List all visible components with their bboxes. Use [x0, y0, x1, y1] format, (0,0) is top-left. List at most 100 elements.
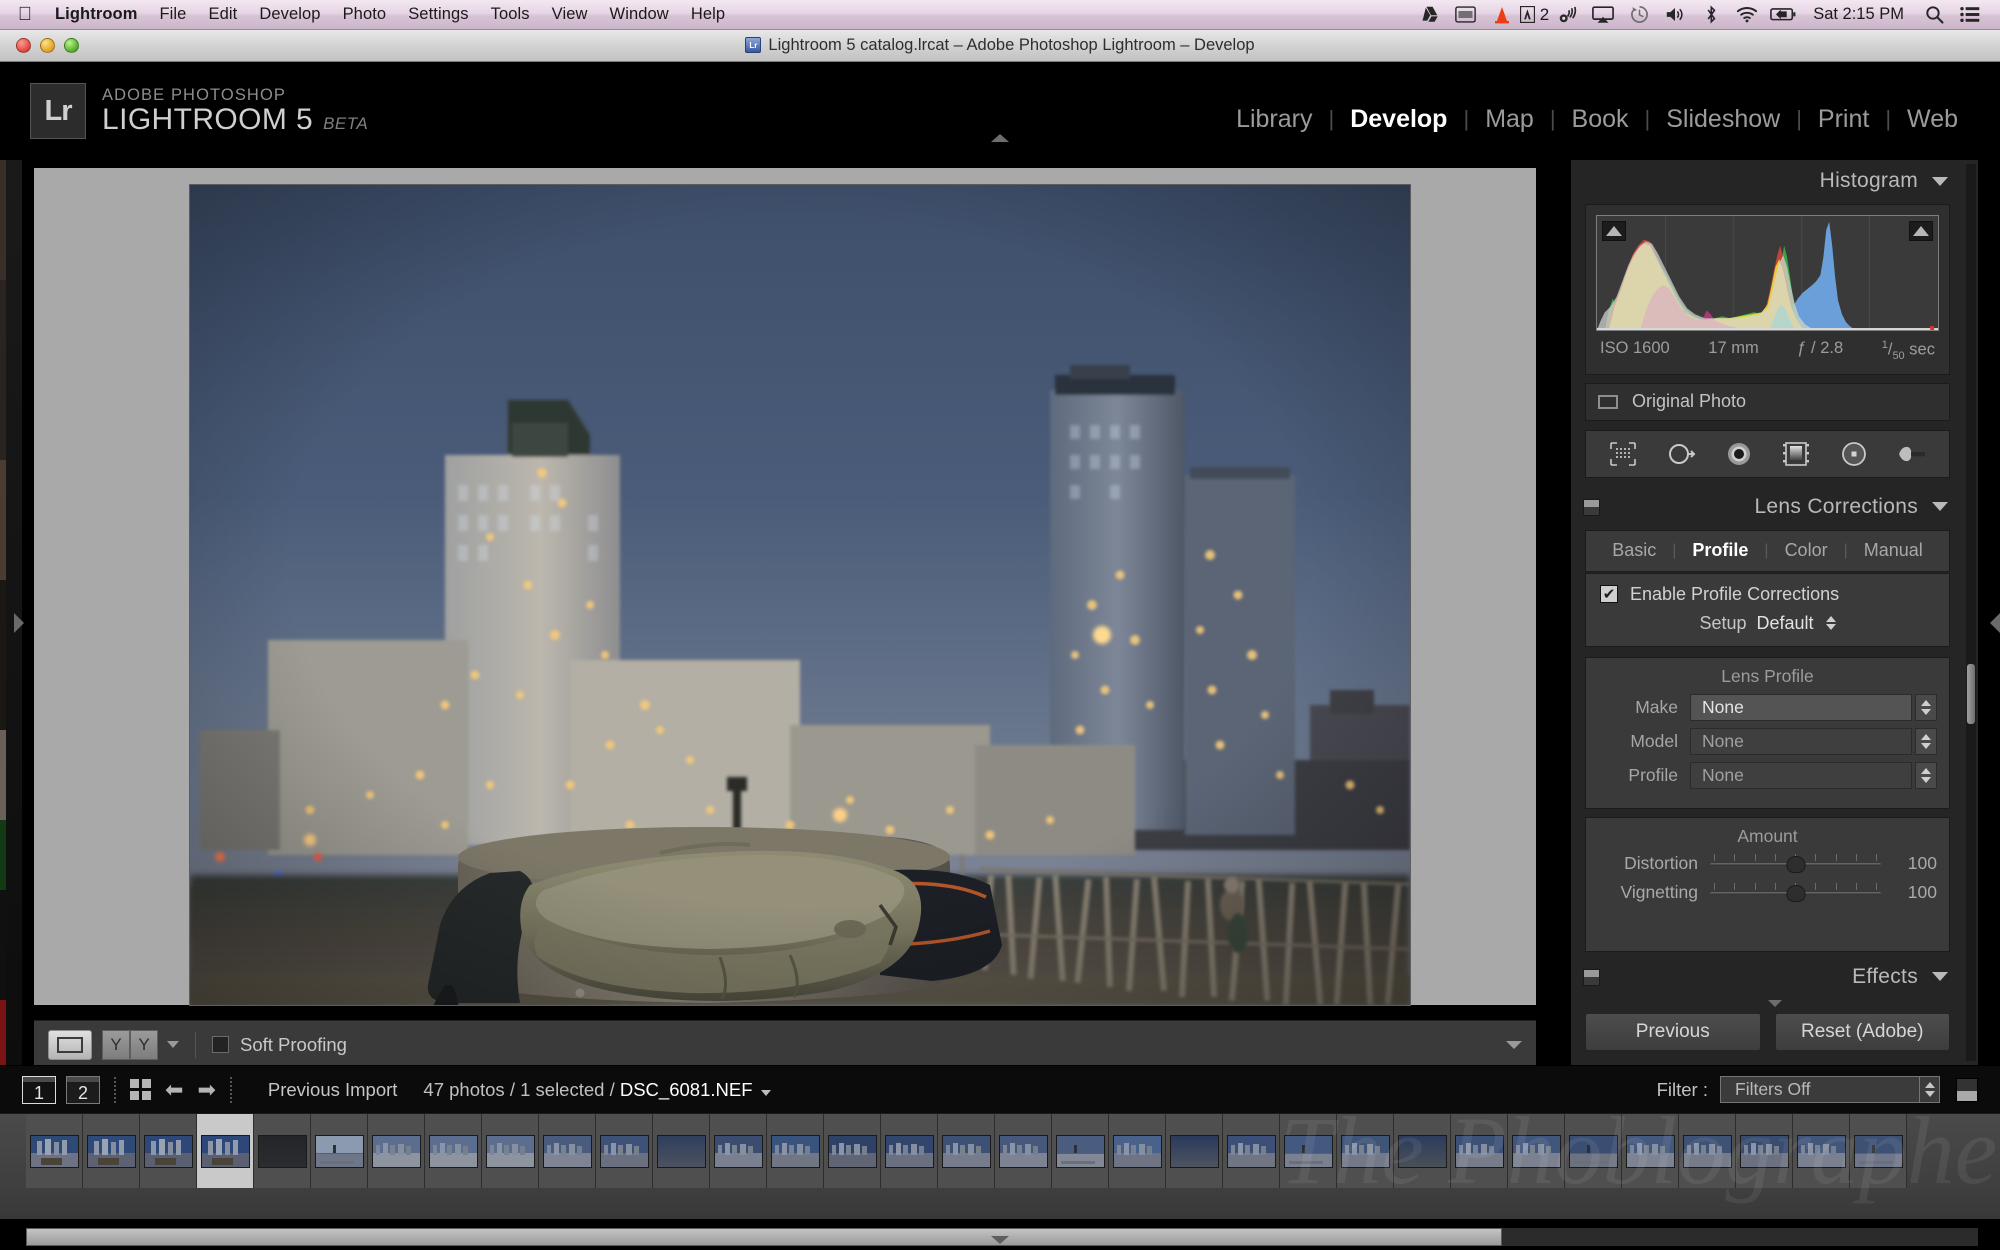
graduated-filter-tool[interactable] [1774, 437, 1818, 471]
module-book[interactable]: Book [1556, 105, 1645, 134]
filmstrip-thumbnail[interactable] [1109, 1114, 1166, 1188]
distortion-slider[interactable] [1710, 853, 1881, 874]
menu-settings[interactable]: Settings [397, 5, 479, 24]
soft-proofing-checkbox[interactable] [212, 1036, 229, 1053]
reset-button[interactable]: Reset (Adobe) [1774, 1013, 1950, 1051]
menu-edit[interactable]: Edit [197, 5, 248, 24]
filmstrip-thumbnail[interactable] [1793, 1114, 1850, 1188]
distortion-slider-knob[interactable] [1786, 856, 1805, 874]
filmstrip-thumbnail[interactable] [1565, 1114, 1622, 1188]
module-slideshow[interactable]: Slideshow [1650, 105, 1796, 134]
exif-iso[interactable]: ISO 1600 [1600, 339, 1670, 362]
develop-photo[interactable] [190, 185, 1410, 1005]
tab-basic[interactable]: Basic [1596, 540, 1672, 561]
filmstrip-thumbnail[interactable] [1622, 1114, 1679, 1188]
tab-color[interactable]: Color [1769, 540, 1844, 561]
module-develop[interactable]: Develop [1334, 105, 1463, 134]
effects-panel-header[interactable]: Effects [1571, 956, 1964, 998]
apple-icon[interactable]:  [12, 5, 38, 24]
module-web[interactable]: Web [1891, 105, 1974, 134]
go-forward-icon[interactable]: ➡ [197, 1077, 215, 1103]
module-library[interactable]: Library [1220, 105, 1328, 134]
radial-filter-tool[interactable] [1832, 437, 1876, 471]
screen-1-button[interactable]: 1 [22, 1075, 56, 1104]
filmstrip-thumbnail[interactable] [1508, 1114, 1565, 1188]
lens-corrections-enable-switch[interactable] [1583, 498, 1600, 516]
current-filename[interactable]: DSC_6081.NEF [620, 1079, 753, 1100]
filmstrip-thumbnail[interactable] [824, 1114, 881, 1188]
before-after-dropdown-icon[interactable] [167, 1041, 179, 1048]
filter-select[interactable]: Filters Off [1720, 1076, 1920, 1103]
vignetting-slider[interactable] [1710, 882, 1881, 903]
profile-stepper-icon[interactable] [1915, 761, 1937, 789]
filmstrip-thumbnail[interactable] [1736, 1114, 1793, 1188]
menu-view[interactable]: View [541, 5, 599, 24]
filmstrip-thumbnail[interactable] [254, 1114, 311, 1188]
time-machine-icon[interactable] [1621, 0, 1657, 30]
setup-value[interactable]: Default [1757, 613, 1814, 634]
filmstrip-thumbnail[interactable] [26, 1114, 83, 1188]
identity-plate[interactable]: Lr ADOBE PHOTOSHOP LIGHTROOM 5 BETA [30, 83, 368, 139]
menu-app-name[interactable]: Lightroom [44, 5, 148, 24]
vignetting-value[interactable]: 100 [1881, 882, 1937, 903]
module-map[interactable]: Map [1469, 105, 1550, 134]
filmstrip-thumbnail[interactable] [767, 1114, 824, 1188]
bluetooth-icon[interactable] [1693, 0, 1729, 30]
menu-file[interactable]: File [148, 5, 197, 24]
adjustment-brush-tool[interactable] [1890, 437, 1934, 471]
make-select[interactable]: None [1690, 693, 1912, 721]
highlight-clipping-toggle[interactable] [1909, 221, 1933, 241]
filmstrip-thumbnail[interactable] [482, 1114, 539, 1188]
enable-profile-corrections-checkbox[interactable] [1600, 585, 1618, 604]
chevron-down-icon[interactable] [1932, 502, 1948, 512]
filmstrip-thumbnail[interactable] [1679, 1114, 1736, 1188]
wifi-icon[interactable] [1729, 0, 1765, 30]
filmstrip-thumbnail[interactable] [1337, 1114, 1394, 1188]
show-right-panel-arrow[interactable] [1990, 613, 2000, 633]
notification-list-icon[interactable] [1952, 0, 1988, 30]
filmstrip-thumbnail[interactable] [995, 1114, 1052, 1188]
filmstrip[interactable] [0, 1113, 2000, 1219]
filmstrip-thumbnail[interactable] [1280, 1114, 1337, 1188]
tab-profile[interactable]: Profile [1676, 540, 1764, 561]
shadow-clipping-toggle[interactable] [1602, 221, 1626, 241]
original-photo-row[interactable]: Original Photo [1585, 382, 1950, 421]
tab-manual[interactable]: Manual [1848, 540, 1939, 561]
filmstrip-thumbnail[interactable] [653, 1114, 710, 1188]
menu-tools[interactable]: Tools [480, 5, 541, 24]
filmstrip-thumbnail[interactable] [1052, 1114, 1109, 1188]
module-print[interactable]: Print [1802, 105, 1885, 134]
filter-stepper-icon[interactable] [1920, 1076, 1940, 1103]
soft-proofing-label[interactable]: Soft Proofing [240, 1034, 347, 1056]
screen-2-button[interactable]: 2 [66, 1075, 100, 1104]
menu-window[interactable]: Window [599, 5, 680, 24]
histogram-canvas[interactable] [1596, 215, 1939, 331]
filmstrip-scrollbar-thumb[interactable] [26, 1228, 1502, 1246]
menu-develop[interactable]: Develop [248, 5, 331, 24]
filmstrip-thumbnail[interactable] [1223, 1114, 1280, 1188]
right-panel-scroll-up-arrow[interactable] [1767, 1000, 1782, 1007]
filmstrip-thumbnail[interactable] [425, 1114, 482, 1188]
effects-enable-switch[interactable] [1583, 968, 1600, 986]
airplay-icon[interactable] [1585, 0, 1621, 30]
filmstrip-thumbnail[interactable] [539, 1114, 596, 1188]
filmstrip-thumbnail[interactable] [881, 1114, 938, 1188]
exif-shutter-speed[interactable]: 1/50 sec [1882, 339, 1935, 362]
right-panel-scrollbar[interactable] [1966, 164, 1976, 1061]
display-icon[interactable] [1448, 0, 1484, 30]
toolbar-options-caret[interactable] [1506, 1040, 1522, 1049]
exif-focal-length[interactable]: 17 mm [1708, 339, 1758, 362]
chevron-down-icon[interactable] [760, 1089, 771, 1096]
cone-icon[interactable] [1484, 0, 1520, 30]
chevron-down-icon[interactable] [1932, 972, 1948, 982]
volume-icon[interactable] [1657, 0, 1693, 30]
menu-help[interactable]: Help [680, 5, 736, 24]
menu-photo[interactable]: Photo [332, 5, 398, 24]
google-drive-icon[interactable] [1412, 0, 1448, 30]
model-stepper-icon[interactable] [1915, 727, 1937, 755]
model-select[interactable]: None [1690, 727, 1912, 755]
filmstrip-thumbnail[interactable] [83, 1114, 140, 1188]
filmstrip-thumbnail[interactable] [938, 1114, 995, 1188]
filmstrip-thumbnail[interactable] [140, 1114, 197, 1188]
filmstrip-collapse-arrow[interactable] [991, 1236, 1009, 1244]
